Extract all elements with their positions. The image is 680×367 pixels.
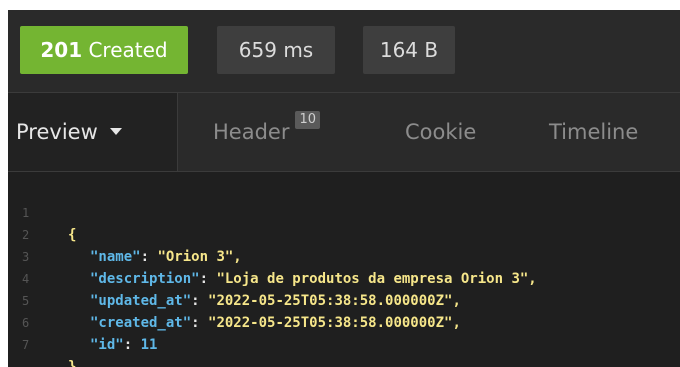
tab-cookie[interactable]: Cookie [405, 93, 476, 171]
tab-header-label: Header [213, 120, 290, 144]
code-line: 2 "name": "Orion 3", [8, 202, 242, 265]
tab-preview[interactable]: Preview [8, 93, 178, 171]
status-code: 201 [40, 38, 83, 62]
json-key: "created_at" [90, 315, 192, 331]
chevron-down-icon[interactable] [109, 127, 122, 135]
json-preview: 1 { 2 "name": "Orion 3", 3 "description"… [8, 172, 680, 367]
response-size-badge: 164 B [363, 26, 455, 74]
tab-header[interactable]: Header 10 [213, 93, 321, 171]
code-line: 1 { [8, 180, 76, 243]
json-value: "2022-05-25T05:38:58.000000Z", [208, 315, 461, 331]
json-key: "name" [90, 249, 141, 265]
status-badge: 201 Created [20, 26, 188, 74]
json-value: "Loja de produtos da empresa Orion 3", [216, 271, 537, 287]
code-line: 7 } [8, 312, 76, 367]
json-value: 11 [140, 337, 158, 353]
header-count-badge: 10 [295, 111, 321, 129]
response-status-bar: 201 Created 659 ms 164 B [8, 10, 680, 93]
code-line: 4 "updated_at": "2022-05-25T05:38:58.000… [8, 246, 461, 309]
json-value: "2022-05-25T05:38:58.000000Z", [208, 293, 461, 309]
response-tabs: Preview Header 10 Cookie Timeline [8, 93, 680, 172]
response-time-badge: 659 ms [217, 26, 335, 74]
json-key: "id" [90, 337, 124, 353]
open-brace: { [68, 227, 77, 243]
code-line: 5 "created_at": "2022-05-25T05:38:58.000… [8, 268, 461, 331]
code-line: 3 "description": "Loja de produtos da em… [8, 224, 537, 287]
json-key: "updated_at" [90, 293, 192, 309]
tab-preview-label: Preview [16, 120, 98, 144]
status-text: Created [88, 38, 168, 62]
json-value: "Orion 3", [157, 249, 242, 265]
close-brace: } [68, 359, 77, 367]
response-panel: 201 Created 659 ms 164 B Preview Header 1… [8, 10, 680, 367]
tab-timeline[interactable]: Timeline [549, 93, 638, 171]
line-number: 7 [22, 338, 30, 352]
json-key: "description" [90, 271, 200, 287]
code-line: 6 "id": 11 [8, 290, 157, 353]
